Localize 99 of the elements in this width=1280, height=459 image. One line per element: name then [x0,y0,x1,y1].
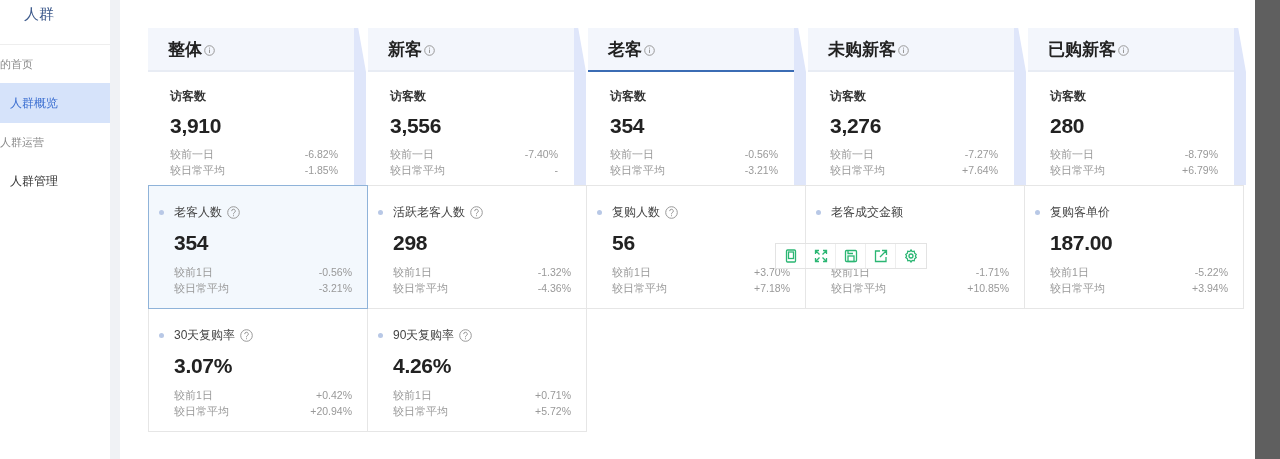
bullet-icon [1035,210,1040,215]
comparison-value: -7.40% [524,147,558,162]
metric-label: 90天复购率 [393,327,455,344]
metric-label: 复购客单价 [1050,204,1110,221]
comparison-value: -5.22% [1194,265,1228,280]
segment-tab[interactable]: 老客 [588,28,794,72]
metric-card[interactable]: 复购客单价 187.00 较前1日 -5.22% 较日常平均 +3.94% [1024,185,1244,309]
metric-value: 56 [612,231,636,255]
segment-tab[interactable]: 新客 [368,28,574,72]
info-icon [424,44,435,56]
sidebar-section: 的首页 [0,45,110,83]
comparison-value: +7.18% [754,281,790,296]
comparison-label: 较日常平均 [831,281,886,296]
metric-label: 复购人数 [612,204,660,221]
metric-label: 老客成交金额 [831,204,903,221]
comparison-label: 较前1日 [174,265,213,280]
info-icon [644,44,655,56]
comparison-value: +10.85% [967,281,1009,296]
comparison-label: 较前1日 [1050,265,1089,280]
comparison-value: - [554,163,558,178]
sidebar-item[interactable]: 人群概览 [0,83,110,123]
comparison-label: 较日常平均 [612,281,667,296]
comparison-value: +5.72% [535,404,571,419]
comparison-label: 较前一日 [390,147,434,162]
segment-tab[interactable]: 整体 [148,28,354,72]
segment-tab[interactable]: 未购新客 [808,28,1014,72]
metric-value: 298 [393,231,429,255]
bullet-icon [597,210,602,215]
comparison-label: 较日常平均 [390,163,445,178]
metric-label: 访客数 [390,88,427,105]
segment-tab[interactable]: 已购新客 [1028,28,1234,72]
comparison-value: -6.82% [304,147,338,162]
help-icon [665,206,678,219]
metric-card[interactable]: 90天复购率 4.26% 较前1日 +0.71% 较日常平均 +5.72% [367,308,587,432]
comparison-value: +6.79% [1182,163,1218,178]
comparison-label: 较前一日 [1050,147,1094,162]
metric-value: 354 [174,231,210,255]
bullet-icon [816,210,821,215]
comparison-label: 较前1日 [393,265,432,280]
bullet-icon [159,333,164,338]
comparison-label: 较日常平均 [1050,281,1105,296]
comparison-value: -0.56% [744,147,778,162]
comparison-label: 较前一日 [170,147,214,162]
comparison-label: 较日常平均 [174,404,229,419]
comparison-label: 较日常平均 [1050,163,1105,178]
comparison-label: 较前一日 [610,147,654,162]
comparison-label: 较前1日 [612,265,651,280]
help-icon [227,206,240,219]
help-icon [470,206,483,219]
metric-label: 访客数 [830,88,867,105]
help-icon [459,329,473,342]
comparison-value: -3.21% [318,281,352,296]
metric-card[interactable]: 30天复购率 3.07% 较前1日 +0.42% 较日常平均 +20.94% [148,308,368,432]
metric-label: 老客人数 [174,204,222,221]
bullet-icon [378,210,383,215]
comparison-label: 较日常平均 [393,404,448,419]
comparison-value: +7.64% [962,163,998,178]
comparison-label: 较日常平均 [393,281,448,296]
metric-value: 354 [610,114,646,138]
comparison-value: -4.36% [537,281,571,296]
sidebar-section: 人群运营 [0,123,110,161]
metric-value: 187.00 [1050,231,1114,255]
metric-value: 3,276 [830,114,883,138]
metric-label: 访客数 [610,88,647,105]
comparison-label: 较前1日 [393,388,432,403]
comparison-value: -1.85% [304,163,338,178]
comparison-label: 较日常平均 [610,163,665,178]
comparison-label: 较前1日 [174,388,213,403]
metric-value: 280 [1050,114,1086,138]
comparison-value: -3.21% [744,163,778,178]
comparison-value: -1.71% [975,265,1009,280]
bullet-icon [159,210,164,215]
comparison-value: -1.32% [537,265,571,280]
help-icon [240,329,254,342]
comparison-label: 较日常平均 [170,163,225,178]
comparison-value: -8.79% [1184,147,1218,162]
comparison-value: +0.71% [535,388,571,403]
comparison-value: +3.94% [1192,281,1228,296]
comparison-value: -0.56% [318,265,352,280]
metric-label: 访客数 [1050,88,1087,105]
metric-label: 活跃老客人数 [393,204,465,221]
comparison-label: 较日常平均 [174,281,229,296]
metric-label: 30天复购率 [174,327,236,344]
comparison-label: 较前一日 [830,147,874,162]
comparison-label: 较日常平均 [830,163,885,178]
comparison-value: -7.27% [964,147,998,162]
metric-value: 3.07% [174,354,234,378]
bullet-icon [378,333,383,338]
info-icon [898,44,909,56]
info-icon [204,44,215,56]
comparison-value: +20.94% [310,404,352,419]
metric-value: 3,556 [390,114,443,138]
metric-value: 4.26% [393,354,453,378]
metric-card[interactable]: 老客人数 354 较前1日 -0.56% 较日常平均 -3.21% [148,185,368,309]
sidebar-item[interactable]: 人群管理 [0,161,110,201]
comparison-value: +0.42% [316,388,352,403]
info-icon [1118,44,1129,56]
metric-value: 3,910 [170,114,223,138]
metric-label: 访客数 [170,88,207,105]
